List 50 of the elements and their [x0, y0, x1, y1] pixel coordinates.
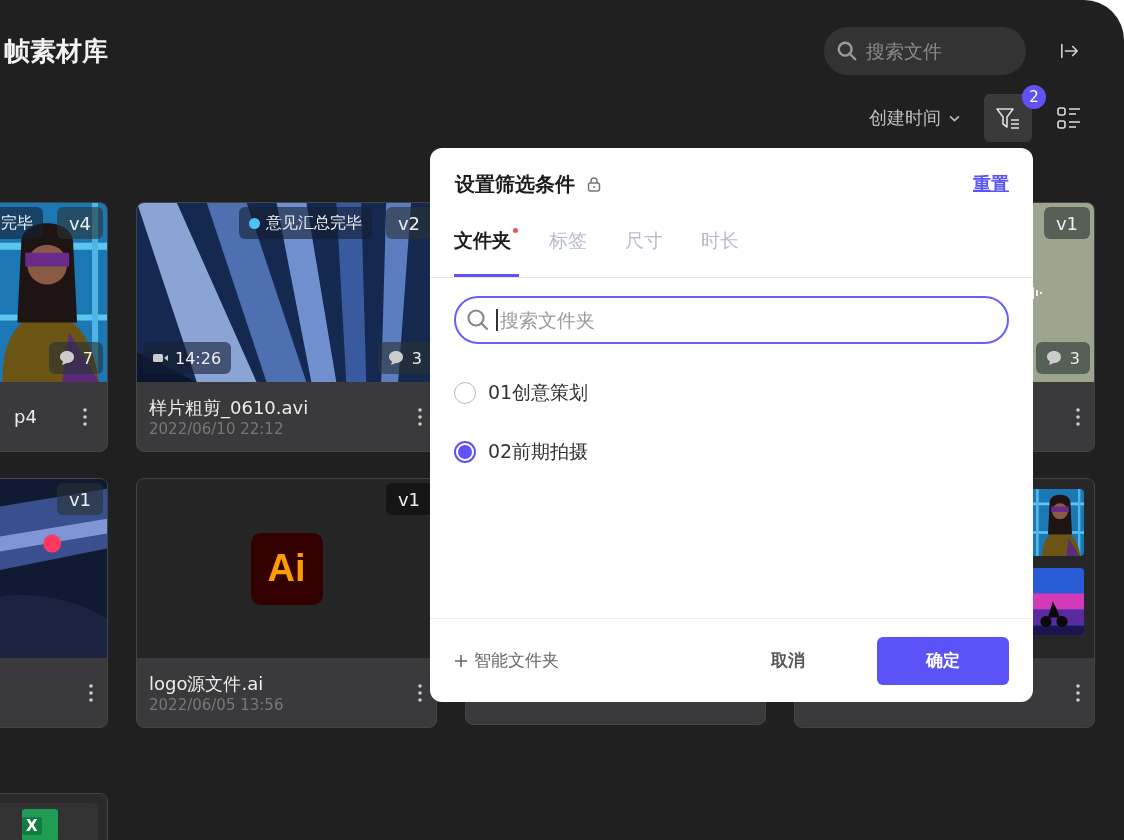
- sort-dropdown[interactable]: 创建时间: [869, 106, 960, 130]
- filter-tab[interactable]: 文件夹: [454, 226, 519, 277]
- smart-folder-button[interactable]: 智能文件夹: [454, 649, 559, 672]
- file-date: 2022/06/10 22:12: [149, 419, 285, 438]
- filter-icon: [995, 106, 1021, 130]
- comment-count-badge: 7: [48, 342, 103, 374]
- more-icon[interactable]: [83, 407, 87, 426]
- more-icon[interactable]: [1076, 683, 1080, 702]
- file-card[interactable]: Ai v1 logo源文件.ai 2022/06/05 13:56: [136, 478, 437, 728]
- search-icon: [466, 308, 490, 332]
- status-badge: 意见汇总完毕: [239, 207, 372, 239]
- folder-option[interactable]: 01创意策划: [454, 380, 1009, 406]
- filter-button[interactable]: [984, 94, 1032, 142]
- illustrator-file-icon: Ai: [250, 532, 323, 605]
- version-badge: v1: [1043, 207, 1090, 239]
- page-title: 帧素材库: [4, 34, 108, 68]
- cancel-button[interactable]: 取消: [765, 648, 811, 673]
- version-badge: v1: [56, 483, 103, 515]
- file-name: logo源文件.ai: [149, 671, 265, 696]
- search-icon: [836, 40, 858, 62]
- lock-icon: [587, 176, 601, 192]
- search-field[interactable]: 搜索文件: [824, 27, 1026, 75]
- folder-search-field[interactable]: 搜索文件夹: [454, 296, 1009, 344]
- file-card[interactable]: X: [0, 793, 108, 840]
- list-view-icon[interactable]: [1056, 105, 1082, 131]
- more-icon[interactable]: [418, 683, 422, 702]
- file-date: 2022/06/05 13:56: [149, 695, 285, 714]
- more-icon[interactable]: [1076, 407, 1080, 426]
- more-icon[interactable]: [418, 407, 422, 426]
- more-icon[interactable]: [89, 683, 93, 702]
- file-name: p4: [14, 406, 37, 427]
- folder-option[interactable]: 02前期拍摄: [454, 439, 1009, 465]
- reset-link[interactable]: 重置: [973, 172, 1009, 196]
- comment-count-badge: 3: [1035, 342, 1090, 374]
- duration-badge: 14:26: [143, 342, 232, 374]
- file-card[interactable]: 完毕 v4 7 p4: [0, 202, 108, 452]
- filter-count-badge: 2: [1022, 85, 1046, 109]
- plus-icon: [454, 653, 468, 668]
- file-name: 样片粗剪_0610.avi: [149, 395, 310, 420]
- confirm-button[interactable]: 确定: [877, 636, 1009, 685]
- popover-title: 设置筛选条件: [455, 170, 575, 198]
- comment-count-badge: 3: [377, 342, 432, 374]
- version-badge: v4: [56, 207, 103, 239]
- version-badge: v1: [385, 483, 432, 515]
- chevron-down-icon: [949, 114, 960, 122]
- logout-icon[interactable]: [1060, 42, 1080, 60]
- file-card[interactable]: v1: [0, 478, 108, 728]
- spreadsheet-file-icon: X: [22, 809, 58, 840]
- status-badge: 完毕: [0, 207, 43, 239]
- version-badge: v2: [385, 207, 432, 239]
